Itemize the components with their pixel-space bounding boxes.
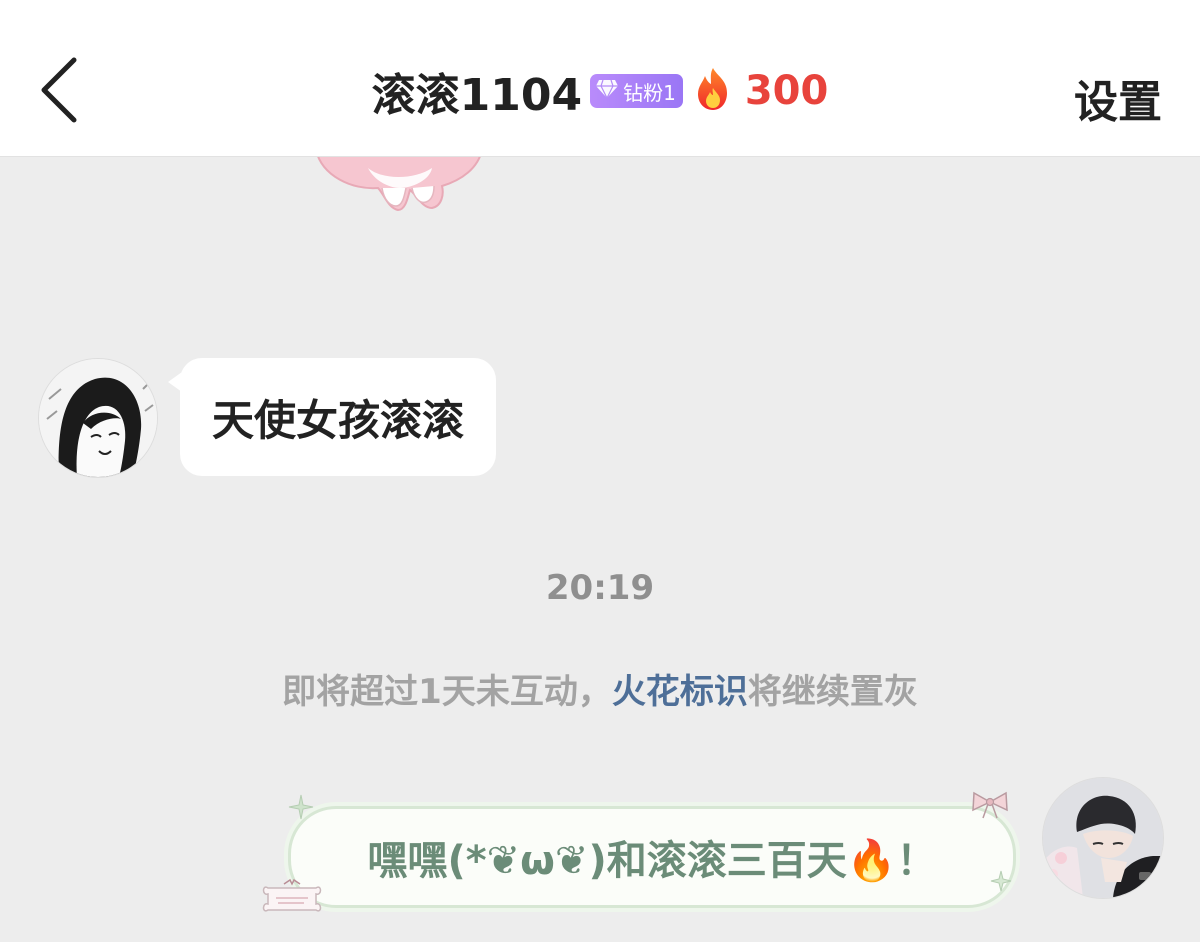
notice-prefix: 即将超过1天未互动， — [282, 672, 612, 712]
sparkle-icon — [288, 794, 314, 824]
outgoing-message-frame: 嘿嘿(*❦ω❦)和滚滚三百天🔥！ — [262, 791, 1018, 912]
fan-badge-label: 钻粉1 — [623, 80, 676, 105]
bow-icon — [970, 790, 1010, 824]
spark-badge-link[interactable]: 火花标识 — [612, 672, 748, 712]
sticker-image[interactable] — [312, 149, 488, 220]
title-bar: 滚滚1104 钻粉1 300 — [0, 56, 1200, 126]
diamond-icon — [595, 79, 619, 104]
settings-button[interactable]: 设置 — [1074, 66, 1162, 130]
fan-level-badge[interactable]: 钻粉1 — [590, 74, 683, 108]
title-group[interactable]: 滚滚1104 钻粉1 300 — [371, 59, 829, 123]
outgoing-message-bubble[interactable]: 嘿嘿(*❦ω❦)和滚滚三百天🔥！ — [288, 806, 1016, 908]
system-notice: 即将超过1天未互动，火花标识将继续置灰 — [0, 664, 1200, 713]
sparkle-icon — [990, 870, 1012, 896]
my-avatar[interactable] — [1042, 777, 1164, 899]
notice-suffix: 将继续置灰 — [747, 672, 918, 712]
spark-count: 300 — [744, 68, 829, 114]
contact-avatar[interactable] — [38, 358, 158, 478]
flame-icon — [693, 66, 733, 116]
bone-tag-icon — [260, 878, 324, 922]
incoming-message-bubble[interactable]: 天使女孩滚滚 — [180, 358, 497, 476]
chat-header: 滚滚1104 钻粉1 300 设置 — [0, 0, 1200, 157]
message-timestamp: 20:19 — [545, 568, 655, 608]
contact-name: 滚滚1104 — [371, 70, 583, 121]
